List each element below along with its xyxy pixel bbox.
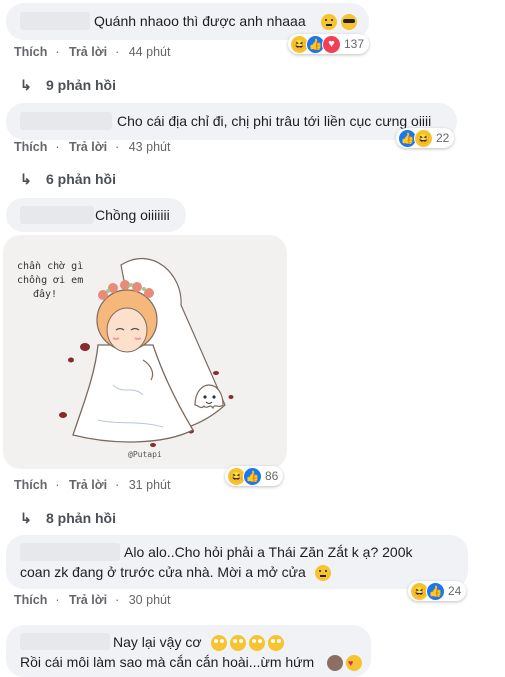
rolling-eyes-emoji-icon	[230, 635, 246, 651]
sticker-signature: @Putapi	[128, 450, 162, 459]
comment-bubble: Nay lại vậy cơ Rồi cái môi làm sao mà cắ…	[6, 625, 371, 677]
like-reaction-icon: 👍	[243, 466, 262, 486]
like-link[interactable]: Thích	[14, 140, 47, 154]
author-name-redacted[interactable]	[20, 543, 120, 561]
reaction-count: 137	[344, 37, 365, 51]
reaction-count: 86	[265, 469, 279, 483]
comment-text-line2: coan zk đang ở trước cửa nhà. Mời a mở c…	[20, 564, 306, 580]
thinking-emoji-icon	[321, 14, 337, 30]
reaction-summary[interactable]: 😆 👍 ♥ 137	[288, 34, 370, 54]
comment-bubble: Alo alo..Cho hỏi phải a Thái Zăn Zắt k ạ…	[6, 535, 468, 589]
comment-text: Quánh nhaoo thì được anh nhaaa	[94, 13, 306, 29]
timestamp[interactable]: 31 phút	[129, 478, 171, 492]
rolling-eyes-emoji-icon	[268, 635, 284, 651]
reply-arrow-icon: ↳	[20, 510, 32, 526]
view-replies-link[interactable]: ↳ 9 phản hồi	[20, 77, 116, 94]
like-link[interactable]: Thích	[14, 45, 47, 59]
view-replies-link[interactable]: ↳ 6 phản hồi	[20, 171, 116, 188]
comment-text-line2: Rồi cái môi làm sao mà cắn cắn hoài...ừm…	[20, 654, 315, 670]
rolling-eyes-emoji-icon	[249, 635, 265, 651]
reaction-summary[interactable]: 😆 👍 24	[408, 581, 467, 601]
reply-arrow-icon: ↳	[20, 77, 32, 93]
replies-count: 9 phản hồi	[46, 77, 116, 93]
reaction-summary[interactable]: 👍 😆 22	[396, 128, 455, 148]
reply-link[interactable]: Trả lời	[69, 45, 107, 59]
like-reaction-icon: 👍	[426, 581, 445, 601]
timestamp[interactable]: 30 phút	[129, 593, 171, 607]
separator: ·	[115, 45, 120, 59]
sunglasses-emoji-icon	[341, 14, 357, 30]
separator: ·	[115, 478, 120, 492]
haha-reaction-icon: 😆	[414, 128, 433, 148]
sticker-caption-line1: chần chờ gì	[17, 260, 83, 272]
comment-meta: Thích · Trả lời · 43 phút	[14, 140, 176, 154]
separator: ·	[55, 45, 60, 59]
comment-meta: Thích · Trả lời · 44 phút	[14, 45, 176, 59]
comment-bubble: Chồng oiiiiiii	[6, 198, 186, 232]
love-reaction-icon: ♥	[322, 34, 341, 54]
separator: ·	[115, 593, 120, 607]
replies-count: 6 phản hồi	[46, 171, 116, 187]
rolling-eyes-emoji-group	[208, 634, 284, 653]
separator: ·	[55, 593, 60, 607]
comment-bubble: Cho cái địa chỉ đi, chị phi trâu tới liề…	[6, 103, 457, 140]
separator: ·	[55, 478, 60, 492]
sticker-image[interactable]: chần chờ gì chồng ơi em đây! @Putapi	[3, 235, 287, 469]
reaction-summary[interactable]: 😆 👍 86	[225, 466, 284, 486]
separator: ·	[115, 140, 120, 154]
comment-meta: Thích · Trả lời · 30 phút	[14, 593, 176, 607]
reply-arrow-icon: ↳	[20, 171, 32, 187]
reply-link[interactable]: Trả lời	[69, 478, 107, 492]
sticker-caption-line2: chồng ơi em	[17, 274, 83, 286]
reaction-count: 24	[448, 584, 462, 598]
comment-text-line1: Alo alo..Cho hỏi phải a Thái Zăn Zắt k ạ…	[124, 544, 413, 560]
comment-meta: Thích · Trả lời · 31 phút	[14, 478, 176, 492]
comment-text-line1: Nay lại vậy cơ	[113, 634, 202, 650]
sticker-caption-line3: đây!	[33, 288, 57, 300]
bride-sticker-illustration: chần chờ gì chồng ơi em đây! @Putapi	[17, 258, 234, 459]
reaction-count: 22	[436, 131, 450, 145]
rolling-eyes-emoji-icon	[211, 635, 227, 651]
replies-count: 8 phản hồi	[46, 510, 116, 526]
reply-link[interactable]: Trả lời	[69, 140, 107, 154]
comment-text: Cho cái địa chỉ đi, chị phi trâu tới liề…	[117, 113, 432, 129]
separator: ·	[55, 140, 60, 154]
author-name-redacted[interactable]	[20, 633, 110, 650]
reply-link[interactable]: Trả lời	[69, 593, 107, 607]
timestamp[interactable]: 44 phút	[129, 45, 171, 59]
author-name-redacted[interactable]	[20, 112, 112, 130]
view-replies-link[interactable]: ↳ 8 phản hồi	[20, 510, 116, 527]
comment-text: Chồng oiiiiiii	[95, 207, 170, 223]
author-name-redacted[interactable]	[20, 206, 94, 224]
heart-eyes-emoji-icon	[346, 654, 362, 673]
like-link[interactable]: Thích	[14, 478, 47, 492]
see-no-evil-monkey-emoji-icon	[327, 655, 343, 671]
timestamp[interactable]: 43 phút	[129, 140, 171, 154]
thinking-emoji-icon	[315, 565, 331, 581]
like-link[interactable]: Thích	[14, 593, 47, 607]
author-name-redacted[interactable]	[20, 12, 90, 30]
